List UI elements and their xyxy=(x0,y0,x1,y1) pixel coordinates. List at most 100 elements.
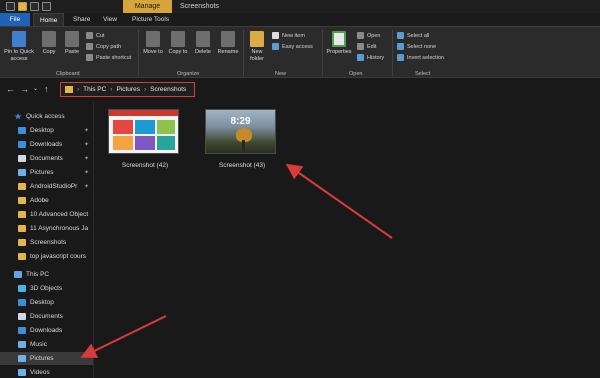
tab-file[interactable]: File xyxy=(0,13,30,26)
back-arrow-icon[interactable]: ← xyxy=(6,83,15,95)
window-title: Screenshots xyxy=(180,3,219,10)
history-button[interactable]: History xyxy=(357,54,384,61)
move-to-button[interactable]: Move to xyxy=(142,31,164,56)
properties-label: Properties xyxy=(326,49,352,55)
star-icon xyxy=(14,113,22,120)
file-item-screenshot-42[interactable]: Screenshot (42) xyxy=(108,109,182,169)
sidebar-item-label: Pictures xyxy=(30,169,54,176)
pictures-icon xyxy=(18,169,26,176)
sidebar-item-asynchronous[interactable]: 11 Asynchronous Ja xyxy=(0,222,93,235)
pin-icon[interactable]: ✦ xyxy=(84,183,89,190)
pin-icon[interactable]: ✦ xyxy=(84,141,89,148)
chevron-down-icon[interactable] xyxy=(42,2,51,11)
tab-home[interactable]: Home xyxy=(33,13,65,26)
recent-locations-chevron-icon[interactable]: ⌄ xyxy=(33,83,38,95)
breadcrumb-screenshots[interactable]: Screenshots xyxy=(150,86,186,93)
sidebar-item-pc-downloads[interactable]: Downloads xyxy=(0,324,93,337)
sidebar-item-pc-documents[interactable]: Documents xyxy=(0,310,93,323)
folder-icon xyxy=(18,225,26,232)
sidebar-item-label: Pictures xyxy=(30,355,54,362)
tab-share[interactable]: Share xyxy=(67,13,96,26)
file-name: Screenshot (42) xyxy=(121,162,169,169)
manage-contextual-tab[interactable]: Manage xyxy=(123,0,172,13)
new-folder-icon[interactable] xyxy=(18,2,27,11)
history-icon xyxy=(357,54,364,61)
sidebar-item-this-pc[interactable]: This PC xyxy=(0,268,93,281)
properties-check-icon xyxy=(332,31,346,47)
paste-shortcut-button[interactable]: Paste shortcut xyxy=(86,54,131,61)
sidebar-item-androidstudio[interactable]: AndroidStudioPr ✦ xyxy=(0,180,93,193)
open-group-label: Open xyxy=(349,71,363,77)
forward-arrow-icon[interactable]: → xyxy=(20,83,29,95)
open-button[interactable]: Open xyxy=(357,32,380,39)
save-icon[interactable] xyxy=(30,2,39,11)
open-label: Open xyxy=(367,32,381,39)
sidebar-item-advanced-object[interactable]: 10 Advanced Object xyxy=(0,208,93,221)
paste-button[interactable]: Paste xyxy=(62,31,82,56)
pin-quick-access-button[interactable]: Pin to Quick access xyxy=(2,31,36,62)
group-separator xyxy=(243,30,244,76)
address-bar[interactable]: › This PC › Pictures › Screenshots xyxy=(60,82,195,97)
sidebar-item-documents[interactable]: Documents ✦ xyxy=(0,152,93,165)
pin-icon[interactable]: ✦ xyxy=(84,155,89,162)
select-all-button[interactable]: Select all xyxy=(397,32,429,39)
copy-path-button[interactable]: Copy path xyxy=(86,43,121,50)
new-item-icon xyxy=(272,32,279,39)
cut-button[interactable]: Cut xyxy=(86,32,105,39)
new-group-label: New xyxy=(275,71,287,77)
download-icon xyxy=(18,141,26,148)
select-none-label: Select none xyxy=(407,43,437,50)
title-bar: Manage Screenshots xyxy=(0,0,600,13)
file-item-screenshot-43[interactable]: 8:29 Screenshot (43) xyxy=(205,109,279,169)
edit-button[interactable]: Edit xyxy=(357,43,376,50)
copy-to-button[interactable]: Copy to xyxy=(168,31,188,56)
paste-label: Paste xyxy=(64,49,80,55)
thumbnail-block xyxy=(113,136,133,150)
new-item-label: New item xyxy=(282,32,305,39)
breadcrumb-pictures[interactable]: Pictures xyxy=(116,86,139,93)
thumbnail-block xyxy=(157,120,175,134)
up-arrow-icon[interactable]: ↑ xyxy=(44,83,49,95)
copy-icon xyxy=(42,31,56,47)
music-icon xyxy=(18,341,26,348)
sidebar-item-pc-pictures[interactable]: Pictures xyxy=(0,352,93,365)
new-folder-button[interactable]: New folder xyxy=(246,31,268,62)
sidebar-item-desktop[interactable]: Desktop ✦ xyxy=(0,124,93,137)
sidebar-item-javascript-course[interactable]: top javascript cours xyxy=(0,250,93,263)
breadcrumb-this-pc[interactable]: This PC xyxy=(83,86,106,93)
sidebar-item-downloads[interactable]: Downloads ✦ xyxy=(0,138,93,151)
sidebar-item-3d-objects[interactable]: 3D Objects xyxy=(0,282,93,295)
cube-icon xyxy=(18,285,26,292)
sidebar-item-adobe[interactable]: Adobe xyxy=(0,194,93,207)
new-item-button[interactable]: New item xyxy=(272,32,305,39)
tab-view[interactable]: View xyxy=(97,13,123,26)
pin-icon xyxy=(12,31,26,47)
navigation-bar: ← → ⌄ ↑ › This PC › Pictures › Screensho… xyxy=(0,80,600,100)
pin-icon[interactable]: ✦ xyxy=(84,169,89,176)
sidebar-item-music[interactable]: Music xyxy=(0,338,93,351)
properties-button[interactable]: Properties xyxy=(325,31,353,56)
easy-access-label: Easy access xyxy=(282,43,313,50)
pin-quick-access-label: Pin to Quick access xyxy=(4,49,34,62)
rename-button[interactable]: Rename xyxy=(216,31,240,56)
delete-button[interactable]: Delete xyxy=(192,31,214,56)
breadcrumb-chevron-icon: › xyxy=(110,86,113,93)
invert-selection-button[interactable]: Invert selection xyxy=(397,54,444,61)
sidebar-item-screenshots[interactable]: Screenshots xyxy=(0,236,93,249)
select-none-button[interactable]: Select none xyxy=(397,43,436,50)
sidebar-item-pc-desktop[interactable]: Desktop xyxy=(0,296,93,309)
sidebar-item-videos[interactable]: Videos xyxy=(0,366,93,378)
folder-icon xyxy=(18,239,26,246)
easy-access-button[interactable]: Easy access xyxy=(272,43,313,50)
edit-icon xyxy=(357,43,364,50)
copy-button[interactable]: Copy xyxy=(40,31,58,56)
ribbon: Pin to Quick access Copy Paste Cut Copy … xyxy=(0,26,600,78)
sidebar-item-pictures[interactable]: Pictures ✦ xyxy=(0,166,93,179)
pin-icon[interactable]: ✦ xyxy=(84,127,89,134)
file-list-pane[interactable]: Screenshot (42) 8:29 Screenshot (43) xyxy=(93,102,600,378)
tab-picture-tools[interactable]: Picture Tools xyxy=(126,13,175,26)
sidebar-item-quick-access[interactable]: Quick access xyxy=(0,110,93,123)
properties-icon[interactable] xyxy=(6,2,15,11)
edit-label: Edit xyxy=(367,43,377,50)
sidebar-item-label: Documents xyxy=(30,155,63,162)
